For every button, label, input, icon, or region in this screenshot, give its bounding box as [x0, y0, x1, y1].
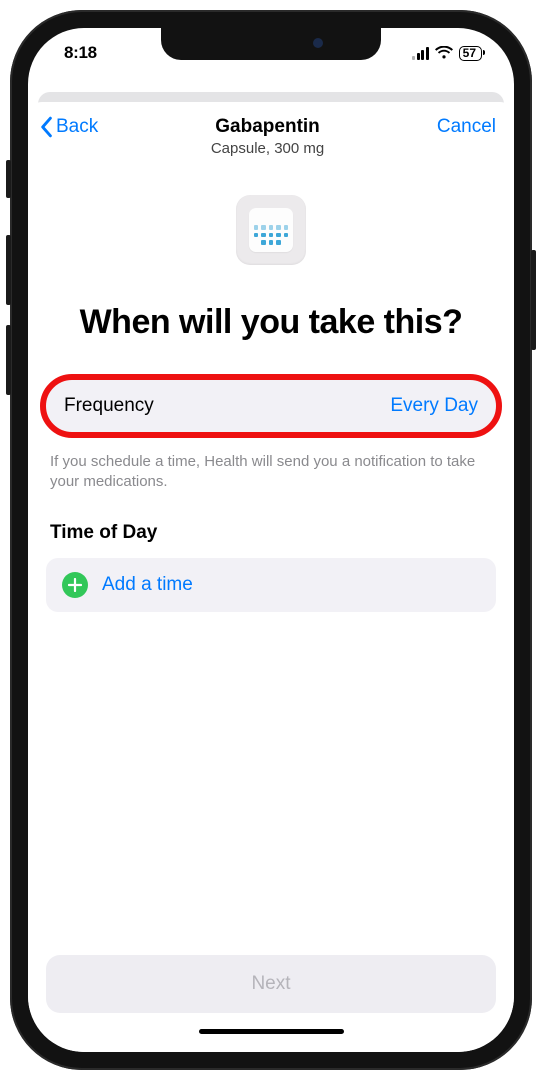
modal-sheet: Back Gabapentin Capsule, 300 mg Cancel — [28, 102, 514, 1052]
back-label: Back — [56, 116, 98, 138]
back-button[interactable]: Back — [38, 116, 98, 138]
status-time: 8:18 — [64, 43, 97, 63]
silent-switch — [6, 160, 11, 198]
plus-circle-icon — [62, 572, 88, 598]
power-button — [531, 250, 536, 350]
battery-percent: 57 — [463, 47, 476, 59]
wifi-icon — [435, 46, 453, 60]
frequency-value: Every Day — [390, 395, 478, 417]
frequency-label: Frequency — [64, 395, 154, 417]
medication-icon-wrap — [46, 195, 496, 265]
notch — [161, 28, 381, 60]
page-heading: When will you take this? — [46, 301, 496, 344]
nav-title-group: Gabapentin Capsule, 300 mg — [98, 116, 437, 157]
blister-pack-icon — [249, 208, 293, 252]
screen: 8:18 57 Back — [28, 28, 514, 1052]
add-time-button[interactable]: Add a time — [46, 558, 496, 612]
cellular-signal-icon — [412, 47, 429, 60]
spacer — [46, 612, 496, 955]
next-button[interactable]: Next — [46, 955, 496, 1013]
battery-indicator: 57 — [459, 46, 482, 61]
frequency-row[interactable]: Frequency Every Day — [46, 380, 496, 432]
nav-subtitle: Capsule, 300 mg — [98, 140, 437, 157]
phone-frame: 8:18 57 Back — [10, 10, 532, 1070]
volume-up-button — [6, 235, 11, 305]
nav-bar: Back Gabapentin Capsule, 300 mg Cancel — [28, 102, 514, 165]
home-indicator[interactable] — [199, 1029, 344, 1034]
status-indicators: 57 — [412, 46, 482, 61]
nav-title: Gabapentin — [98, 116, 437, 138]
frequency-row-wrap: Frequency Every Day — [46, 380, 496, 432]
volume-down-button — [6, 325, 11, 395]
content-area: When will you take this? Frequency Every… — [28, 165, 514, 1038]
time-of-day-title: Time of Day — [46, 522, 496, 544]
cancel-button[interactable]: Cancel — [437, 116, 496, 138]
schedule-hint-text: If you schedule a time, Health will send… — [46, 452, 496, 493]
chevron-left-icon — [38, 116, 54, 138]
medication-capsule-icon — [236, 195, 306, 265]
add-time-label: Add a time — [102, 574, 193, 596]
